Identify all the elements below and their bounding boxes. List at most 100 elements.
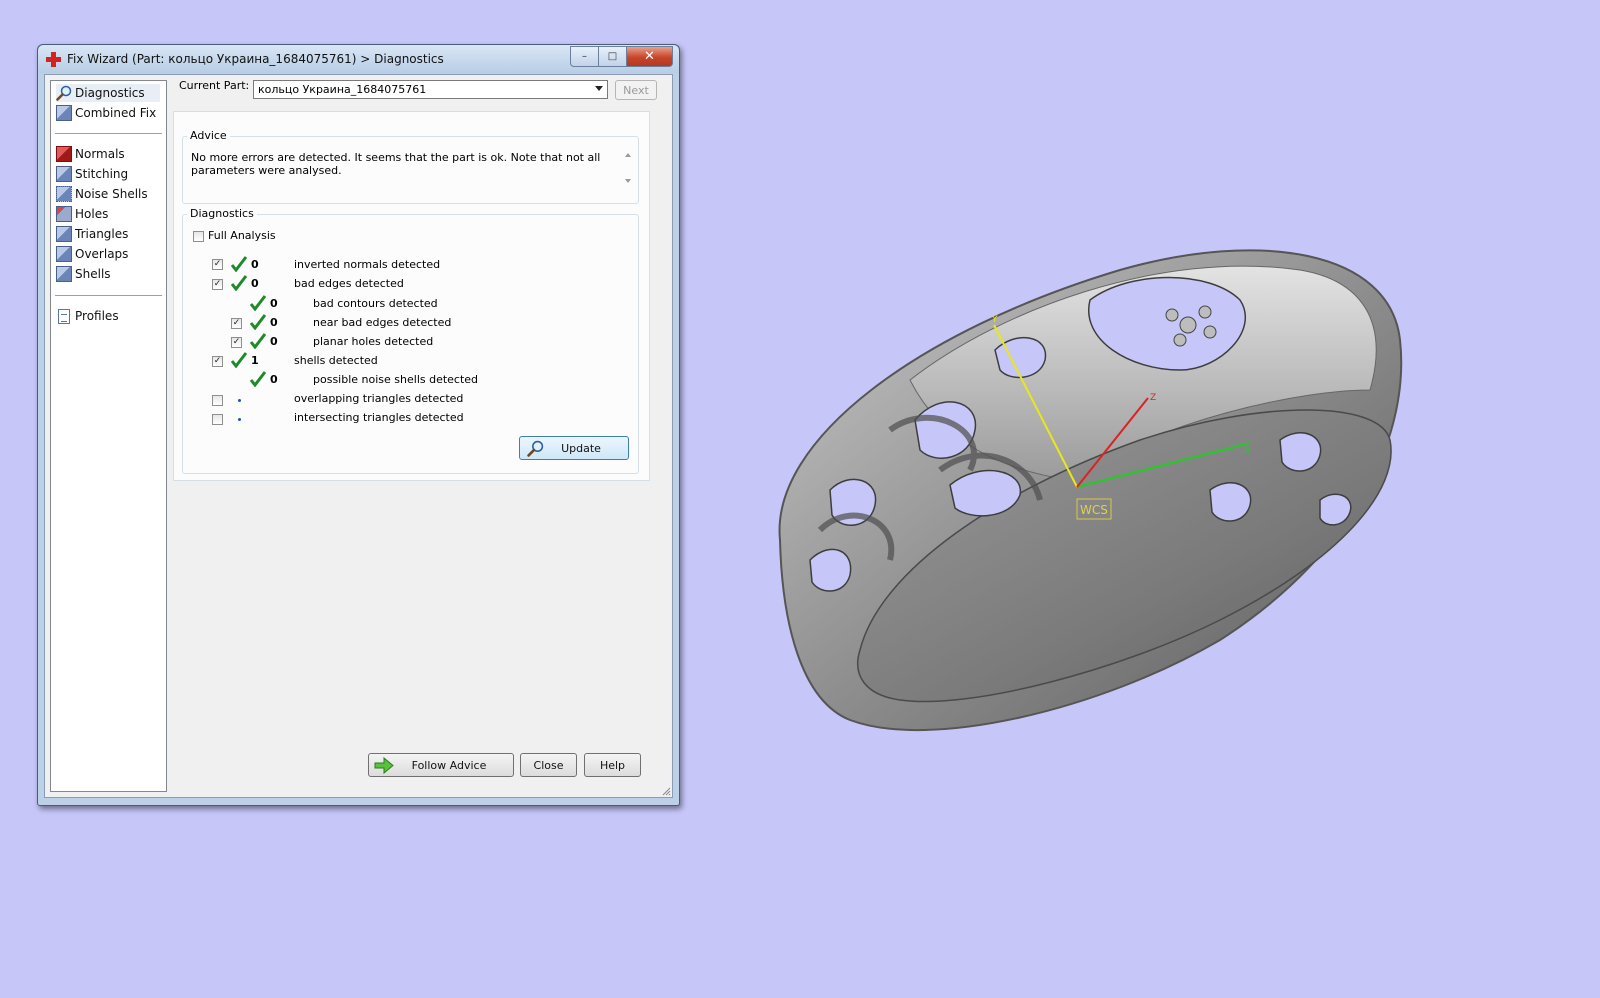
ring-model xyxy=(778,249,1403,731)
advice-group-title: Advice xyxy=(187,129,230,142)
noise-shells-icon xyxy=(56,186,72,202)
nav-item-diagnostics[interactable]: Diagnostics xyxy=(56,84,160,102)
full-analysis-checkbox[interactable] xyxy=(193,231,204,242)
green-check-icon xyxy=(231,256,247,272)
inverted-normals-count: 0 xyxy=(251,258,259,271)
advice-scrollbar[interactable] xyxy=(621,149,635,197)
nav-divider xyxy=(55,295,162,296)
window-title: Fix Wizard (Part: кольцо Украина_1684075… xyxy=(67,52,444,66)
close-window-button[interactable]: ✕ xyxy=(627,46,673,67)
green-check-icon xyxy=(250,371,266,387)
nav-item-profiles[interactable]: Profiles xyxy=(56,307,119,325)
overlaps-icon xyxy=(56,246,72,262)
nav-item-label: Combined Fix xyxy=(75,106,157,120)
fix-wizard-window: Fix Wizard (Part: кольцо Украина_1684075… xyxy=(37,44,680,806)
advice-group: Advice No more errors are detected. It s… xyxy=(182,129,639,204)
green-check-icon xyxy=(231,352,247,368)
near-bad-edges-count: 0 xyxy=(270,316,278,329)
nav-item-label: Stitching xyxy=(75,167,129,181)
shells-icon xyxy=(56,266,72,282)
nav-item-overlaps[interactable]: Overlaps xyxy=(56,245,128,263)
close-button[interactable]: Close xyxy=(520,753,577,777)
green-check-icon xyxy=(250,333,266,349)
follow-advice-button[interactable]: Follow Advice xyxy=(368,753,514,777)
help-button[interactable]: Help xyxy=(584,753,641,777)
planar-holes-checkbox[interactable]: ✓ xyxy=(231,337,242,348)
bad-contours-label: bad contours detected xyxy=(313,297,438,310)
minimize-button[interactable]: – xyxy=(570,46,598,67)
nav-item-label: Shells xyxy=(75,267,111,281)
nav-item-stitching[interactable]: Stitching xyxy=(56,165,128,183)
nav-item-combined-fix[interactable]: Combined Fix xyxy=(56,104,156,122)
nav-item-label: Normals xyxy=(75,147,125,161)
next-button[interactable]: Next xyxy=(615,80,657,100)
scroll-down-icon xyxy=(625,179,631,183)
nav-item-normals[interactable]: Normals xyxy=(56,145,125,163)
current-part-value: кольцо Украина_1684075761 xyxy=(258,83,427,96)
maximize-button[interactable]: □ xyxy=(598,46,627,67)
nav-item-holes[interactable]: Holes xyxy=(56,205,108,223)
diagnostics-panel: Advice No more errors are detected. It s… xyxy=(173,111,650,481)
wcs-label: WCS xyxy=(1080,503,1108,517)
holes-icon xyxy=(56,206,72,222)
red-cross-app-icon xyxy=(46,52,61,67)
nav-item-noise-shells[interactable]: Noise Shells xyxy=(56,185,148,203)
inverted-normals-label: inverted normals detected xyxy=(294,258,441,271)
planar-holes-count: 0 xyxy=(270,335,278,348)
inverted-normals-checkbox[interactable]: ✓ xyxy=(212,259,223,270)
noise-shells-count: 0 xyxy=(270,373,278,386)
bad-contours-count: 0 xyxy=(270,297,278,310)
full-analysis-label: Full Analysis xyxy=(208,229,276,242)
resize-grip-icon[interactable] xyxy=(661,786,671,796)
nav-item-shells[interactable]: Shells xyxy=(56,265,111,283)
update-button-label: Update xyxy=(561,441,601,455)
green-check-icon xyxy=(250,314,266,330)
intersecting-triangles-checkbox[interactable] xyxy=(212,414,223,425)
planar-holes-label: planar holes detected xyxy=(313,335,434,348)
normals-icon xyxy=(56,146,72,162)
noise-shells-label: possible noise shells detected xyxy=(313,373,479,386)
shells-checkbox[interactable]: ✓ xyxy=(212,356,223,367)
pending-dot-icon xyxy=(238,418,241,421)
near-bad-edges-label: near bad edges detected xyxy=(313,316,452,329)
bad-edges-count: 0 xyxy=(251,277,259,290)
diagnostics-group-title: Diagnostics xyxy=(187,207,257,220)
intersecting-triangles-label: intersecting triangles detected xyxy=(294,411,464,424)
nav-item-label: Holes xyxy=(75,207,109,221)
stitching-icon xyxy=(56,166,72,182)
update-button[interactable]: Update xyxy=(519,436,629,460)
current-part-select[interactable]: кольцо Украина_1684075761 xyxy=(253,80,608,99)
advice-text: No more errors are detected. It seems th… xyxy=(191,151,601,177)
nav-item-label: Diagnostics xyxy=(75,86,145,100)
wizard-nav-list: Diagnostics Combined Fix Normals Stitchi… xyxy=(50,80,167,792)
diagnostics-group: Diagnostics Full Analysis ✓ 0 inverted n… xyxy=(182,207,639,474)
green-arrow-right-icon xyxy=(374,757,394,774)
follow-advice-label: Follow Advice xyxy=(411,758,487,772)
nav-item-label: Profiles xyxy=(75,309,119,323)
chevron-down-icon xyxy=(595,86,603,91)
z-axis-label: Z xyxy=(1150,393,1156,403)
bad-edges-label: bad edges detected xyxy=(294,277,404,290)
combined-fix-icon xyxy=(56,105,72,121)
current-part-label: Current Part: xyxy=(179,79,250,92)
shells-count: 1 xyxy=(251,354,259,367)
x-axis-label: X xyxy=(1244,447,1250,457)
magnifier-icon xyxy=(527,440,544,457)
profiles-icon xyxy=(56,308,72,324)
overlapping-triangles-checkbox[interactable] xyxy=(212,395,223,406)
window-controls: – □ ✕ xyxy=(570,46,673,67)
nav-item-label: Overlaps xyxy=(75,247,129,261)
pending-dot-icon xyxy=(238,399,241,402)
3d-viewport[interactable]: Y X Z WCS xyxy=(740,230,1440,770)
nav-item-label: Noise Shells xyxy=(75,187,148,201)
bad-edges-checkbox[interactable]: ✓ xyxy=(212,279,223,290)
green-check-icon xyxy=(231,275,247,291)
nav-item-triangles[interactable]: Triangles xyxy=(56,225,128,243)
y-axis-label: Y xyxy=(991,315,998,325)
overlapping-triangles-label: overlapping triangles detected xyxy=(294,392,464,405)
near-bad-edges-checkbox[interactable]: ✓ xyxy=(231,318,242,329)
shells-label: shells detected xyxy=(294,354,378,367)
title-bar[interactable]: Fix Wizard (Part: кольцо Украина_1684075… xyxy=(38,45,679,73)
green-check-icon xyxy=(250,295,266,311)
nav-divider xyxy=(55,133,162,134)
